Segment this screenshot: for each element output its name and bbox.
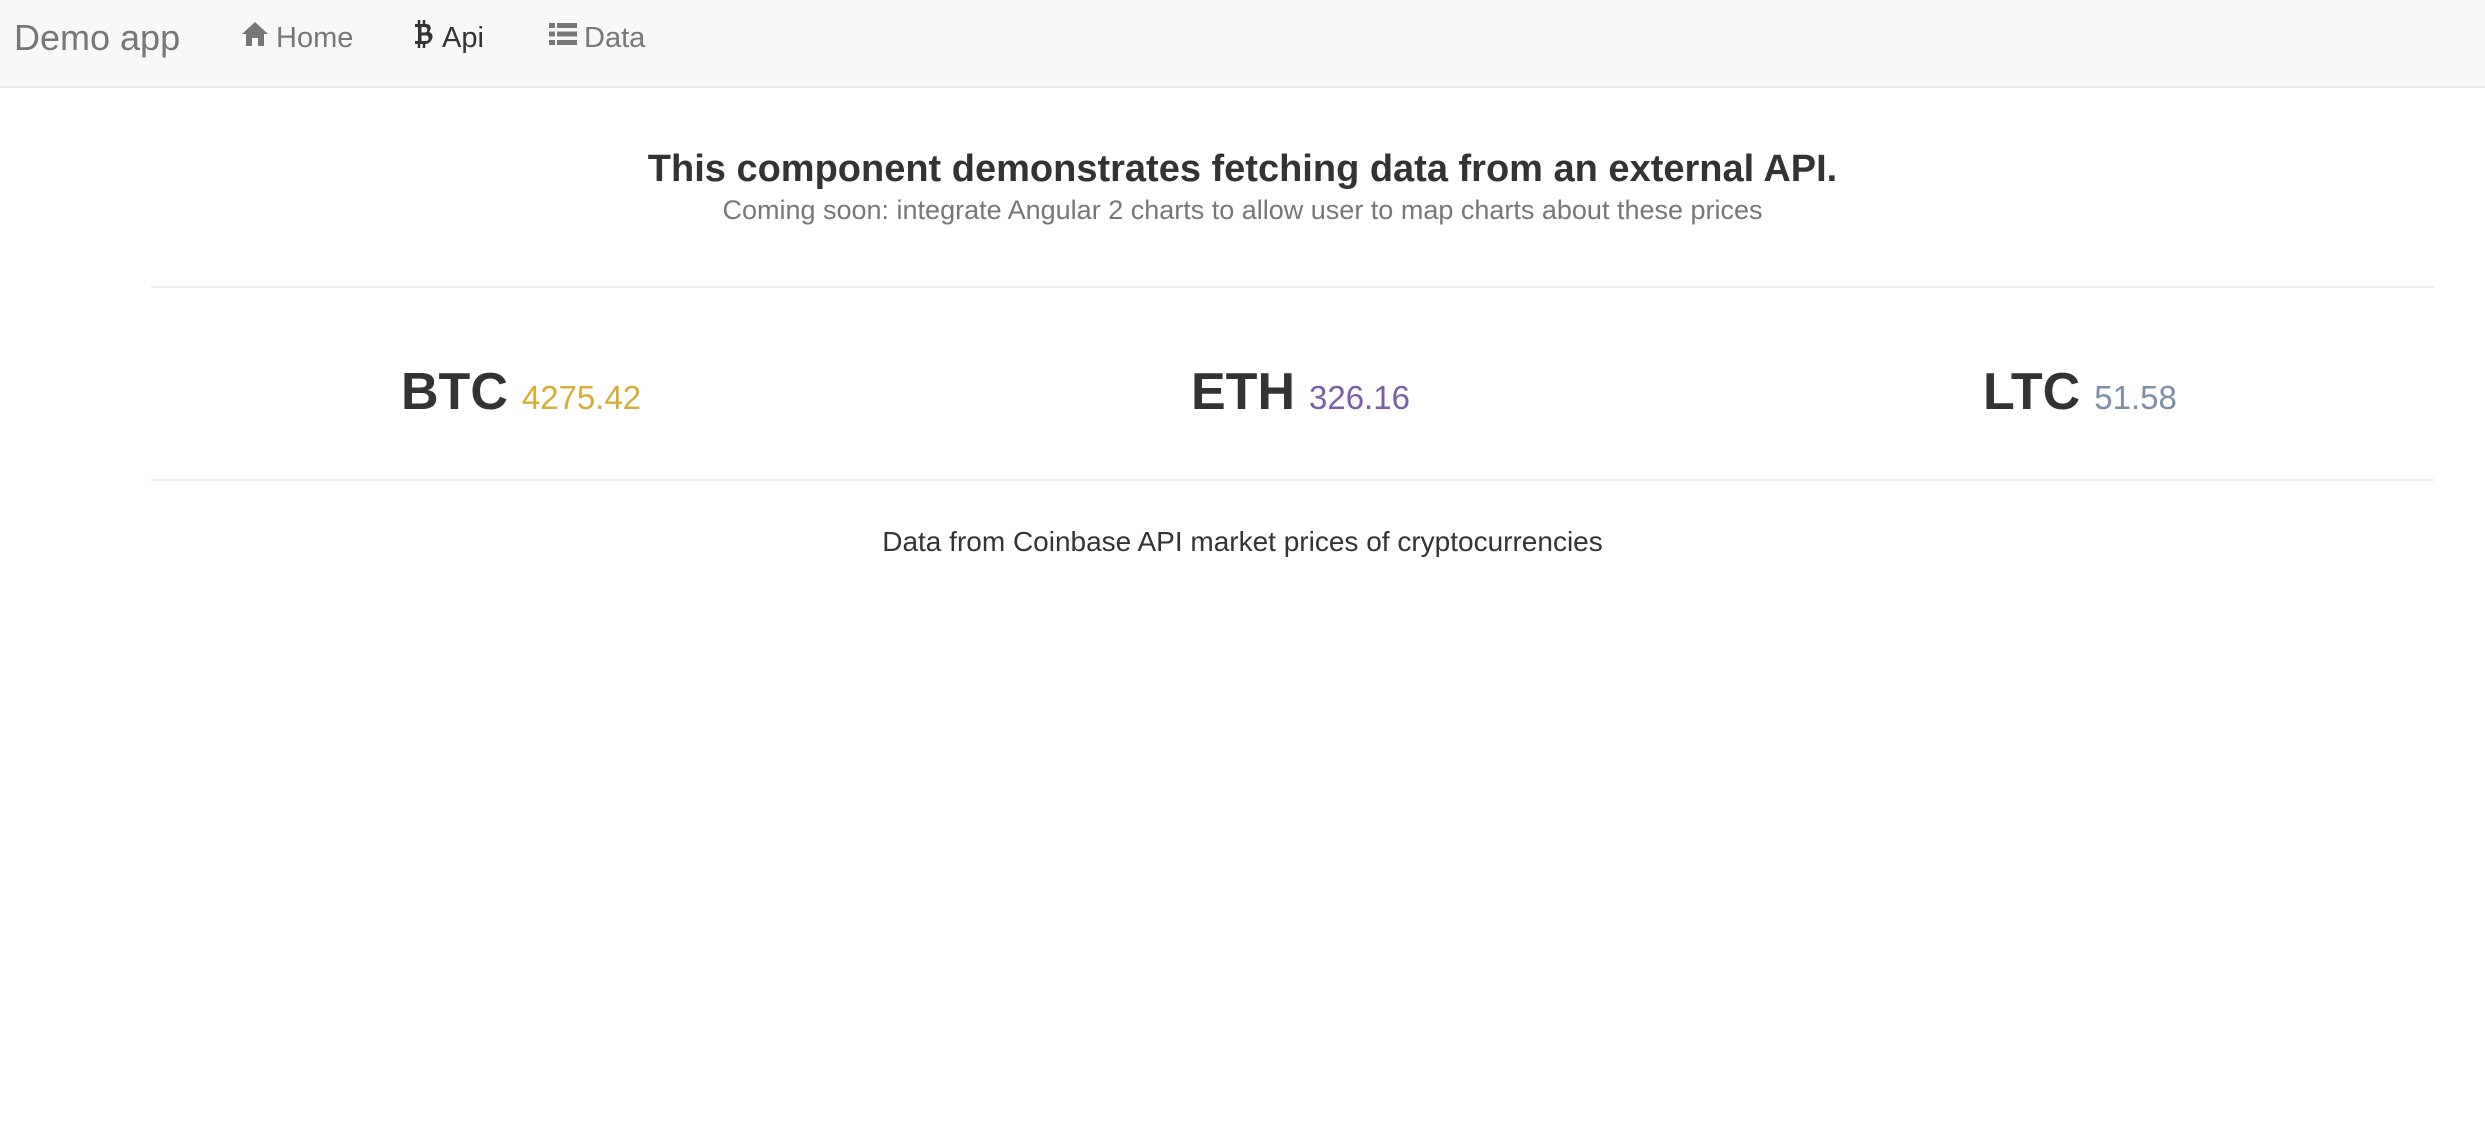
ticker-symbol: ETH [1191, 363, 1295, 421]
ticker-price: 4275.42 [521, 379, 642, 416]
divider-top [151, 286, 2434, 288]
navbar: Demo app Home Api Data [0, 0, 2485, 88]
bitcoin-icon [412, 19, 442, 57]
page-title: This component demonstrates fetching dat… [647, 148, 1838, 190]
ticker-btc: BTC 4275.42 [401, 362, 641, 432]
nav-home-label: Home [276, 21, 354, 54]
ticker-eth: ETH 326.16 [1191, 362, 1410, 432]
nav-home[interactable]: Home [240, 18, 353, 58]
ticker-price: 326.16 [1309, 379, 1410, 416]
divider-bottom [151, 479, 2434, 481]
ticker-symbol: LTC [1983, 363, 2081, 421]
nav-data[interactable]: Data [548, 18, 645, 58]
home-icon [240, 20, 276, 56]
nav-data-label: Data [584, 21, 646, 54]
nav-api[interactable]: Api [412, 18, 484, 58]
ticker-ltc: LTC 51.58 [1983, 362, 2177, 432]
ticker-price: 51.58 [2094, 379, 2177, 416]
list-icon [548, 21, 584, 55]
ticker-symbol: BTC [401, 363, 508, 421]
brand-link[interactable]: Demo app [14, 16, 180, 60]
data-source-note: Data from Coinbase API market prices of … [882, 526, 1603, 557]
nav-api-label: Api [442, 21, 484, 54]
page-subtitle: Coming soon: integrate Angular 2 charts … [722, 195, 1763, 225]
